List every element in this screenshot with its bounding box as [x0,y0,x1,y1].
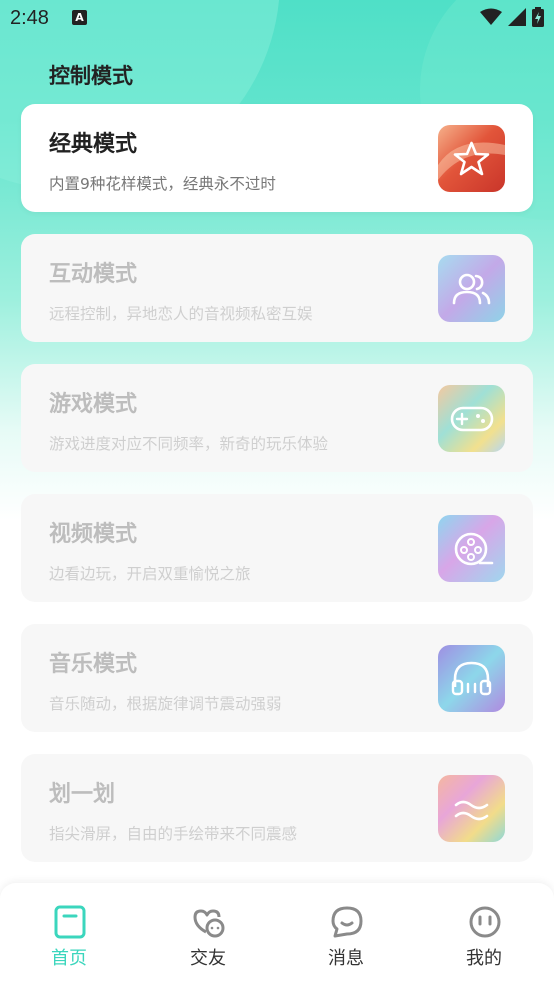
film-reel-icon [438,515,505,582]
mode-title: 视频模式 [49,522,138,547]
tab-profile[interactable]: 我的 [439,883,529,985]
mode-description: 游戏进度对应不同频率，新奇的玩乐体验 [49,435,329,453]
tab-label: 我的 [466,948,502,969]
tab-messages[interactable]: 消息 [301,883,391,985]
tab-label: 首页 [51,948,87,969]
page-title: 控制模式 [49,64,133,88]
status-icons [480,7,544,27]
users-icon [438,255,505,322]
gamepad-icon [438,385,505,452]
tab-friends[interactable]: 交友 [163,883,253,985]
mode-card-classic[interactable]: 经典模式 内置9种花样模式，经典永不过时 [21,104,533,212]
tab-label: 交友 [190,948,226,969]
headphones-icon [438,645,505,712]
battery-icon [532,7,544,27]
message-icon [331,906,363,938]
heart-chat-icon [193,909,225,938]
wifi-icon [480,8,502,25]
tab-label: 消息 [328,948,364,969]
status-time: 2:48 [10,7,49,29]
mode-description: 边看边玩，开启双重愉悦之旅 [49,565,251,583]
home-icon [54,905,86,939]
mode-title: 经典模式 [49,132,138,157]
mode-description: 音乐随动，根据旋律调节震动强弱 [49,695,282,713]
mode-description: 指尖滑屏，自由的手绘带来不同震感 [49,825,298,843]
mode-title: 游戏模式 [49,392,138,417]
mode-description: 远程控制，异地恋人的音视频私密互娱 [49,305,313,323]
status-bar: 2:48 A [0,0,554,40]
mode-title: 互动模式 [49,262,138,287]
notification-icon: A [72,10,87,25]
mode-description: 内置9种花样模式，经典永不过时 [49,175,276,193]
bottom-tab-bar: 首页 交友 消息 我的 [0,883,554,985]
mode-card-swipe[interactable]: 划一划 指尖滑屏，自由的手绘带来不同震感 [21,754,533,862]
mode-card-game[interactable]: 游戏模式 游戏进度对应不同频率，新奇的玩乐体验 [21,364,533,472]
mode-card-interactive[interactable]: 互动模式 远程控制，异地恋人的音视频私密互娱 [21,234,533,342]
profile-icon [469,906,501,938]
mode-card-music[interactable]: 音乐模式 音乐随动，根据旋律调节震动强弱 [21,624,533,732]
mode-title: 音乐模式 [49,652,138,677]
signal-icon [508,8,526,26]
wave-icon [438,775,505,842]
star-icon [438,125,505,192]
mode-title: 划一划 [49,782,116,807]
tab-home[interactable]: 首页 [24,883,114,985]
mode-card-video[interactable]: 视频模式 边看边玩，开启双重愉悦之旅 [21,494,533,602]
